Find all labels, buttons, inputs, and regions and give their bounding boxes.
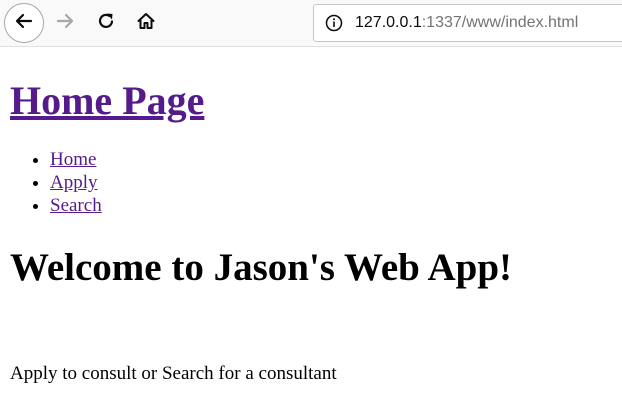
reload-icon	[96, 11, 116, 36]
arrow-right-icon	[55, 11, 75, 36]
page-title-link[interactable]: Home Page	[10, 78, 204, 123]
home-button[interactable]	[126, 3, 166, 43]
nav-list: Home Apply Search	[10, 148, 622, 217]
page-content: Home Page Home Apply Search Welcome to J…	[10, 47, 622, 385]
home-icon	[136, 11, 156, 36]
browser-toolbar: 127.0.0.1:1337/www/index.html	[0, 0, 622, 47]
nav-link-home[interactable]: Home	[50, 149, 96, 170]
forward-button[interactable]	[45, 3, 85, 43]
welcome-heading: Welcome to Jason's Web App!	[10, 246, 512, 289]
url-path: :1337/www/index.html	[421, 14, 579, 31]
back-button[interactable]	[4, 3, 44, 43]
nav-link-search[interactable]: Search	[50, 195, 102, 216]
tagline-text: Apply to consult or Search for a consult…	[10, 363, 337, 384]
nav-item-home: Home	[50, 148, 622, 171]
nav-item-apply: Apply	[50, 171, 622, 194]
reload-button[interactable]	[86, 3, 126, 43]
info-icon[interactable]	[325, 14, 343, 32]
address-bar[interactable]: 127.0.0.1:1337/www/index.html	[313, 4, 622, 42]
url-host: 127.0.0.1	[355, 14, 422, 31]
arrow-left-icon	[14, 11, 34, 36]
page-title: Home Page	[10, 79, 622, 123]
nav-item-search: Search	[50, 194, 622, 217]
nav-link-apply[interactable]: Apply	[50, 172, 98, 193]
